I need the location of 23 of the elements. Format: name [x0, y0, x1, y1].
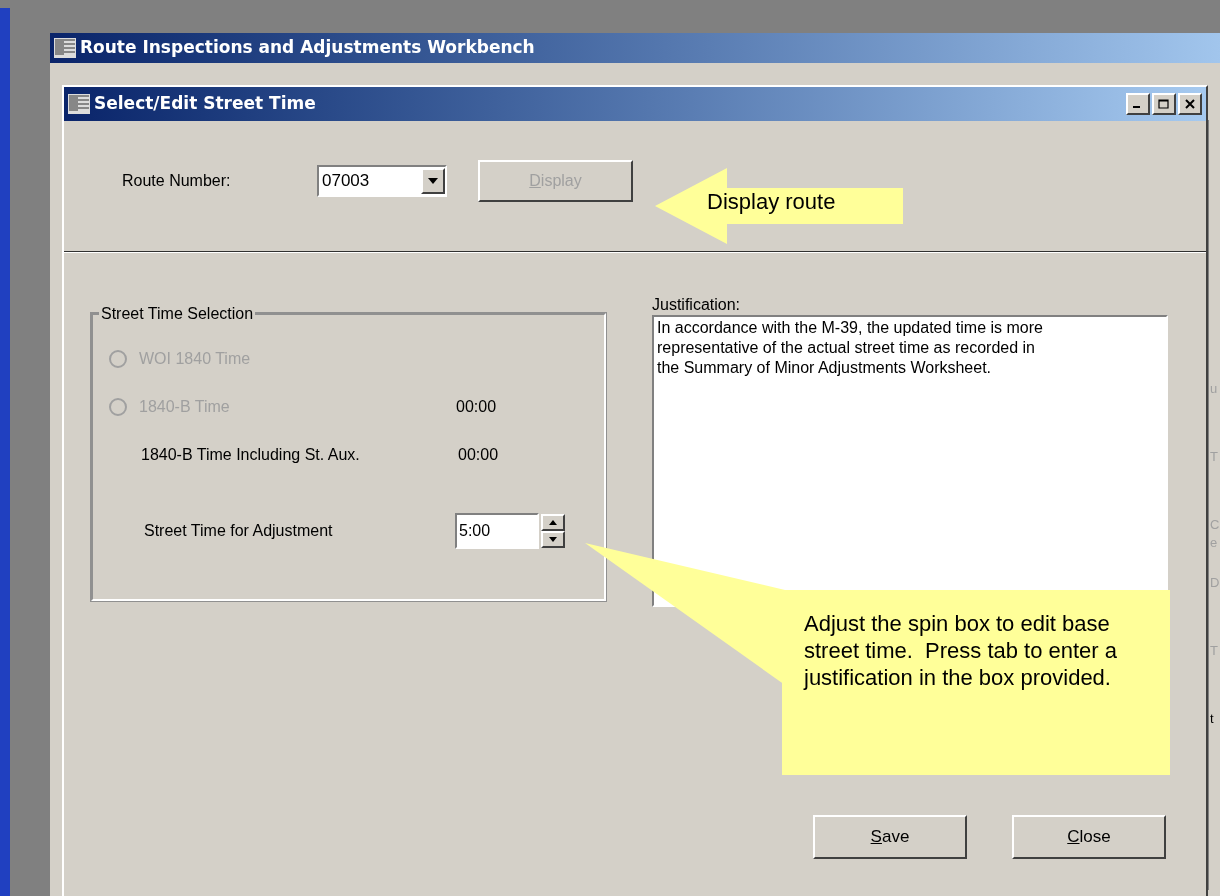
maximize-icon[interactable]	[1152, 93, 1176, 115]
window-title: Route Inspections and Adjustments Workbench	[80, 36, 535, 60]
caret-icon[interactable]	[421, 168, 445, 194]
text-fragment: t	[1209, 710, 1215, 728]
spin-down-icon[interactable]	[541, 531, 565, 548]
time-label: 1840-B Time Including St. Aux.	[141, 445, 361, 465]
route-number-dropdown[interactable]: 07003	[317, 165, 447, 197]
spin-label: Street Time for Adjustment	[144, 521, 334, 541]
route-number-label: Route Number:	[122, 171, 232, 191]
app-icon	[68, 94, 90, 114]
minimize-icon[interactable]	[1126, 93, 1150, 115]
app-icon	[54, 38, 76, 58]
callout-text: Display route	[707, 188, 836, 216]
close-button[interactable]: Close	[1012, 815, 1166, 859]
justification-label: Justification:	[652, 295, 742, 315]
justification-field[interactable]: In accordance with the M-39, the updated time is more representative of the actual street time as recorded in the Summary of Minor Adjustments Worksheet.	[652, 315, 1168, 607]
time-value: 00:00	[456, 397, 497, 417]
close-icon[interactable]	[1178, 93, 1202, 115]
save-button[interactable]: Save	[813, 815, 967, 859]
spin-field[interactable]: 5:00	[455, 513, 539, 549]
spin-up-icon[interactable]	[541, 514, 565, 531]
dialog-title: Select/Edit Street Time	[94, 92, 317, 116]
time-value: 00:00	[458, 445, 499, 465]
